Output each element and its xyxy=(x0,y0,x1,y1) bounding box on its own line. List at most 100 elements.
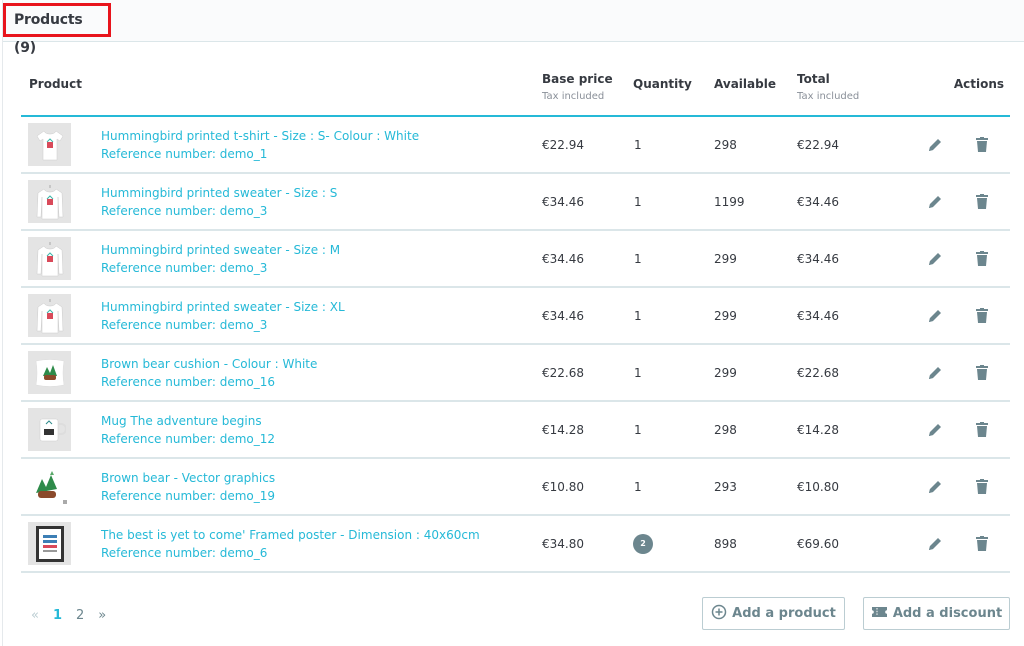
product-name-link[interactable]: Brown bear - Vector graphics xyxy=(101,469,542,487)
quantity-cell: 1 xyxy=(633,401,715,459)
pagination: « 1 2 » xyxy=(31,608,106,623)
edit-icon[interactable] xyxy=(927,137,943,153)
quantity-value: 1 xyxy=(634,137,642,152)
product-thumbnail[interactable] xyxy=(28,408,71,451)
table-row: Brown bear cushion - Colour : White Refe… xyxy=(21,344,1011,402)
product-thumbnail[interactable] xyxy=(28,465,71,508)
product-thumbnail[interactable] xyxy=(28,237,71,280)
delete-icon[interactable] xyxy=(976,479,989,494)
base-price-cell: €34.46 xyxy=(542,173,634,231)
product-thumbnail[interactable] xyxy=(28,180,71,223)
base-price-cell: €10.80 xyxy=(542,458,634,516)
pagination-page-1[interactable]: 1 xyxy=(53,608,62,623)
product-image-cell xyxy=(21,344,101,402)
product-image-cell xyxy=(21,515,101,573)
product-info-cell: Hummingbird printed sweater - Size : XL … xyxy=(101,287,543,345)
quantity-value: 1 xyxy=(634,251,642,266)
available-cell: 299 xyxy=(714,230,798,288)
edit-icon[interactable] xyxy=(927,365,943,381)
delete-icon[interactable] xyxy=(976,251,989,266)
products-card: Products (9) Product Base price Tax incl… xyxy=(2,0,1024,646)
product-name-link[interactable]: Brown bear cushion - Colour : White xyxy=(101,355,542,373)
base-price-cell: €22.94 xyxy=(542,116,634,174)
product-reference-link[interactable]: Reference number: demo_19 xyxy=(101,487,542,505)
quantity-cell: 1 xyxy=(633,458,715,516)
product-reference-link[interactable]: Reference number: demo_1 xyxy=(101,145,542,163)
table-row: Hummingbird printed sweater - Size : XL … xyxy=(21,287,1011,345)
product-reference-link[interactable]: Reference number: demo_3 xyxy=(101,316,542,334)
pagination-prev[interactable]: « xyxy=(31,608,39,623)
header-product: Product xyxy=(21,62,543,117)
product-reference-link[interactable]: Reference number: demo_16 xyxy=(101,373,542,391)
product-image-cell xyxy=(21,173,101,231)
table-row: Mug The adventure begins Reference numbe… xyxy=(21,401,1011,459)
header-base-price-label: Base price xyxy=(542,72,613,86)
table-row: The best is yet to come' Framed poster -… xyxy=(21,515,1011,573)
product-name-link[interactable]: Hummingbird printed sweater - Size : S xyxy=(101,184,542,202)
plus-circle-icon xyxy=(711,604,727,624)
actions-cell xyxy=(897,344,1011,402)
quantity-cell: 2 xyxy=(633,515,715,573)
quantity-cell: 1 xyxy=(633,344,715,402)
total-cell: €22.68 xyxy=(797,344,898,402)
available-cell: 898 xyxy=(714,515,798,573)
pagination-next[interactable]: » xyxy=(98,608,106,623)
available-cell: 299 xyxy=(714,344,798,402)
product-image-cell xyxy=(21,230,101,288)
base-price-cell: €34.46 xyxy=(542,287,634,345)
product-name-link[interactable]: The best is yet to come' Framed poster -… xyxy=(101,526,542,544)
product-image-cell xyxy=(21,287,101,345)
header-total-label: Total xyxy=(797,72,830,86)
total-cell: €22.94 xyxy=(797,116,898,174)
quantity-value: 1 xyxy=(634,308,642,323)
product-image-cell xyxy=(21,458,101,516)
add-product-button[interactable]: Add a product xyxy=(702,597,845,630)
product-reference-link[interactable]: Reference number: demo_3 xyxy=(101,202,542,220)
products-table: Product Base price Tax included Quantity… xyxy=(21,62,1011,573)
actions-cell xyxy=(897,287,1011,345)
base-price-cell: €22.68 xyxy=(542,344,634,402)
actions-cell xyxy=(897,116,1011,174)
delete-icon[interactable] xyxy=(976,308,989,323)
product-thumbnail[interactable] xyxy=(28,123,71,166)
product-thumbnail[interactable] xyxy=(28,351,71,394)
card-header: Products (9) xyxy=(3,0,1024,56)
edit-icon[interactable] xyxy=(927,251,943,267)
product-reference-link[interactable]: Reference number: demo_6 xyxy=(101,544,542,562)
edit-icon[interactable] xyxy=(927,194,943,210)
edit-icon[interactable] xyxy=(927,422,943,438)
product-reference-link[interactable]: Reference number: demo_12 xyxy=(101,430,542,448)
product-name-link[interactable]: Hummingbird printed sweater - Size : XL xyxy=(101,298,542,316)
delete-icon[interactable] xyxy=(976,194,989,209)
product-info-cell: Brown bear cushion - Colour : White Refe… xyxy=(101,344,543,402)
delete-icon[interactable] xyxy=(976,422,989,437)
available-cell: 299 xyxy=(714,287,798,345)
delete-icon[interactable] xyxy=(976,137,989,152)
quantity-value: 1 xyxy=(634,194,642,209)
product-info-cell: Hummingbird printed t-shirt - Size : S- … xyxy=(101,116,543,174)
pagination-page-2[interactable]: 2 xyxy=(76,608,84,623)
product-info-cell: Brown bear - Vector graphics Reference n… xyxy=(101,458,543,516)
quantity-cell: 1 xyxy=(633,173,715,231)
product-thumbnail[interactable] xyxy=(28,522,71,565)
base-price-cell: €34.80 xyxy=(542,515,634,573)
product-info-cell: Mug The adventure begins Reference numbe… xyxy=(101,401,543,459)
add-discount-button[interactable]: Add a discount xyxy=(863,597,1010,630)
product-info-cell: The best is yet to come' Framed poster -… xyxy=(101,515,543,573)
product-info-cell: Hummingbird printed sweater - Size : S R… xyxy=(101,173,543,231)
product-reference-link[interactable]: Reference number: demo_3 xyxy=(101,259,542,277)
product-name-link[interactable]: Mug The adventure begins xyxy=(101,412,542,430)
delete-icon[interactable] xyxy=(976,365,989,380)
product-name-link[interactable]: Hummingbird printed t-shirt - Size : S- … xyxy=(101,127,542,145)
delete-icon[interactable] xyxy=(976,536,989,551)
edit-icon[interactable] xyxy=(927,536,943,552)
product-thumbnail[interactable] xyxy=(28,294,71,337)
edit-icon[interactable] xyxy=(927,308,943,324)
edit-icon[interactable] xyxy=(927,479,943,495)
add-discount-label: Add a discount xyxy=(892,606,1003,621)
available-cell: 293 xyxy=(714,458,798,516)
product-image-cell xyxy=(21,116,101,174)
quantity-cell: 1 xyxy=(633,287,715,345)
total-cell: €34.46 xyxy=(797,173,898,231)
product-name-link[interactable]: Hummingbird printed sweater - Size : M xyxy=(101,241,542,259)
